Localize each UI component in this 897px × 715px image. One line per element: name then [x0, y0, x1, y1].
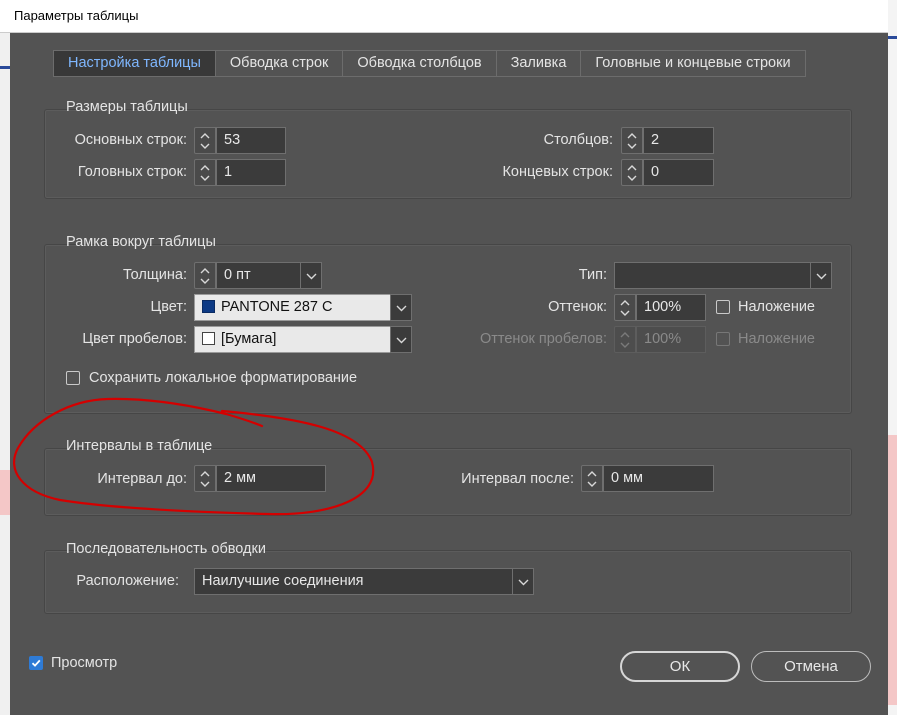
red-annotation-circle [13, 397, 375, 516]
